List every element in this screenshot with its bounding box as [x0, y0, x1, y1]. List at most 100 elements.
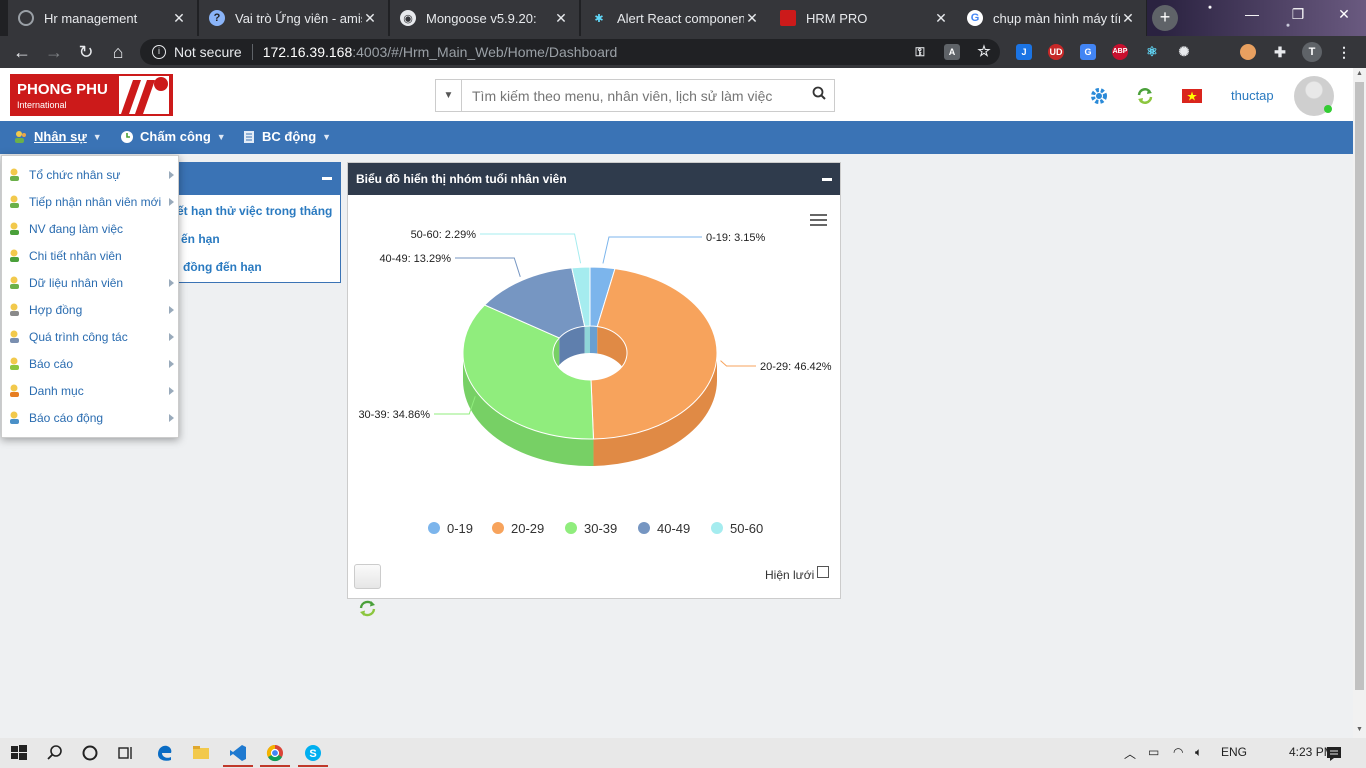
translate-icon[interactable]: A — [944, 44, 960, 60]
chevron-up-icon[interactable]: ︿ — [1124, 745, 1136, 762]
chevron-right-icon — [169, 359, 174, 368]
new-tab-button[interactable]: + — [1152, 5, 1178, 31]
close-icon[interactable]: ✕ — [362, 10, 378, 27]
nav-label: BC động — [262, 129, 317, 144]
battery-icon[interactable]: ▭ — [1148, 745, 1159, 759]
legend-item-40-49[interactable]: 40-49 — [638, 521, 690, 536]
label-connector — [455, 257, 521, 277]
security-indicator[interactable]: Not secure — [174, 44, 253, 60]
edge-icon[interactable] — [155, 743, 175, 763]
wifi-icon[interactable]: ◠ — [1173, 745, 1183, 759]
close-icon[interactable]: ✕ — [171, 10, 187, 27]
skype-running-indicator — [298, 765, 328, 767]
cortana-icon[interactable] — [80, 743, 100, 763]
browser-menu-icon[interactable]: ⋮ — [1336, 44, 1352, 60]
bookmark-star-icon[interactable]: ☆ — [976, 44, 992, 60]
profile-avatar[interactable]: T — [1302, 42, 1322, 62]
menu-item[interactable]: NV đang làm việc — [2, 215, 178, 242]
forward-arrow-icon[interactable]: → — [44, 42, 64, 62]
legend-item-50-60[interactable]: 50-60 — [711, 521, 763, 536]
menu-item[interactable]: Chi tiết nhân viên — [2, 242, 178, 269]
search-icon[interactable] — [804, 86, 834, 105]
menu-item[interactable]: Hợp đồng — [2, 296, 178, 323]
chrome-icon[interactable] — [265, 743, 285, 763]
scroll-up-arrow[interactable]: ▲ — [1356, 70, 1363, 77]
browser-tab-3[interactable]: ◉ Mongoose v5.9.20: ✕ — [390, 0, 580, 36]
vscode-icon[interactable] — [228, 743, 248, 763]
extension-fox-icon[interactable] — [1240, 44, 1256, 60]
due-link[interactable]: ến hạn — [181, 232, 220, 246]
label-connector — [602, 236, 702, 264]
contract-due-link[interactable]: đồng đến hạn — [183, 260, 262, 274]
close-icon[interactable]: ✕ — [744, 10, 760, 27]
help-icon: ? — [209, 10, 225, 26]
probation-expiry-link[interactable]: ết hạn thử việc trong tháng — [177, 204, 332, 218]
nav-label: Chấm công — [140, 129, 211, 144]
adblock-icon[interactable]: ABP — [1112, 44, 1128, 60]
sync-refresh-icon[interactable] — [1136, 87, 1154, 105]
nav-cham-cong[interactable]: Chấm công ▼ — [120, 129, 226, 144]
close-icon[interactable]: ✕ — [933, 10, 949, 27]
react-devtools-icon[interactable]: ⚛ — [1144, 44, 1160, 60]
file-explorer-icon[interactable] — [191, 743, 211, 763]
legend-marker — [428, 522, 440, 534]
search-scope-dropdown[interactable]: ▼ — [436, 80, 462, 111]
legend-item-30-39[interactable]: 30-39 — [565, 521, 617, 536]
search-icon[interactable] — [45, 743, 65, 763]
back-arrow-icon[interactable]: ← — [12, 42, 32, 62]
input-language[interactable]: ENG — [1221, 745, 1247, 759]
grid-checkbox[interactable] — [817, 566, 830, 578]
extension-j-icon[interactable]: J — [1016, 44, 1032, 60]
tab-title: Hr management — [44, 10, 138, 26]
legend-item-20-29[interactable]: 20-29 — [492, 521, 544, 536]
menu-item[interactable]: Danh mục — [2, 377, 178, 404]
extensions-puzzle-icon[interactable]: ✚ — [1272, 44, 1288, 60]
chart-menu-icon[interactable] — [810, 214, 827, 229]
browser-tab-5[interactable]: HRM PRO ✕ — [770, 0, 960, 36]
info-icon[interactable]: i — [152, 45, 166, 59]
menu-item[interactable]: Tiếp nhận nhân viên mới — [2, 188, 178, 215]
key-icon[interactable]: ⚿ — [912, 44, 928, 60]
browser-tab-1[interactable]: Hr management ✕ — [8, 0, 198, 36]
browser-tab-6[interactable]: G chụp màn hình máy tính ✕ — [957, 0, 1147, 36]
collapse-icon[interactable] — [822, 178, 832, 181]
scrollbar-thumb[interactable] — [1355, 82, 1364, 690]
notifications-icon[interactable] — [1324, 743, 1344, 763]
maximize-button[interactable]: ❐ — [1286, 6, 1310, 23]
nav-bc-dong[interactable]: BC động ▼ — [242, 129, 331, 144]
company-logo[interactable]: PHONG PHU International — [10, 74, 173, 116]
grid-toggle[interactable]: Hiện lưới — [765, 566, 830, 582]
vietnam-flag-icon[interactable] — [1182, 89, 1202, 103]
task-view-icon[interactable] — [116, 743, 136, 763]
skype-icon[interactable]: S — [303, 743, 323, 763]
menu-item[interactable]: Báo cáo — [2, 350, 178, 377]
legend-item-0-19[interactable]: 0-19 — [428, 521, 473, 536]
page-scrollbar[interactable]: ▲ ▼ — [1353, 68, 1366, 738]
refresh-button[interactable] — [354, 564, 381, 617]
close-icon[interactable]: ✕ — [1120, 10, 1136, 27]
close-icon[interactable]: ✕ — [553, 10, 569, 27]
google-translate-icon[interactable]: G — [1080, 44, 1096, 60]
nav-nhan-su[interactable]: Nhân sự ▼ — [14, 129, 102, 144]
search-input[interactable] — [462, 87, 804, 104]
window-close-button[interactable]: ✕ — [1332, 6, 1356, 23]
settings-gear-icon[interactable] — [1090, 87, 1108, 105]
collapse-icon[interactable] — [322, 177, 332, 180]
redux-icon[interactable]: ✺ — [1176, 44, 1192, 60]
menu-item[interactable]: Dữ liệu nhân viên — [2, 269, 178, 296]
menu-item[interactable]: Báo cáo động — [2, 404, 178, 431]
browser-tab-4[interactable]: ✱ Alert React componen ✕ — [581, 0, 771, 36]
age-group-donut-chart: 0-19: 3.15% 20-29: 46.42% 30-39: 34.86% 40-… — [358, 229, 831, 536]
volume-muted-icon[interactable]: 🔈︎ — [1195, 745, 1202, 760]
scroll-down-arrow[interactable]: ▼ — [1356, 726, 1363, 733]
browser-tab-2[interactable]: ? Vai trò Ứng viên - amis ✕ — [199, 0, 389, 36]
username[interactable]: thuctap — [1231, 88, 1274, 103]
home-icon[interactable]: ⌂ — [108, 42, 128, 62]
windows-start-icon[interactable] — [9, 743, 29, 763]
menu-item[interactable]: Quá trình công tác — [2, 323, 178, 350]
extension-ud-icon[interactable]: UD — [1048, 44, 1064, 60]
menu-item[interactable]: Tổ chức nhân sự — [2, 161, 178, 188]
reload-icon[interactable]: ↻ — [76, 42, 96, 62]
minimize-button[interactable]: — — [1240, 6, 1264, 22]
address-bar[interactable]: i Not secure 172.16.39.168 :4003/#/Hrm_M… — [140, 39, 1000, 65]
